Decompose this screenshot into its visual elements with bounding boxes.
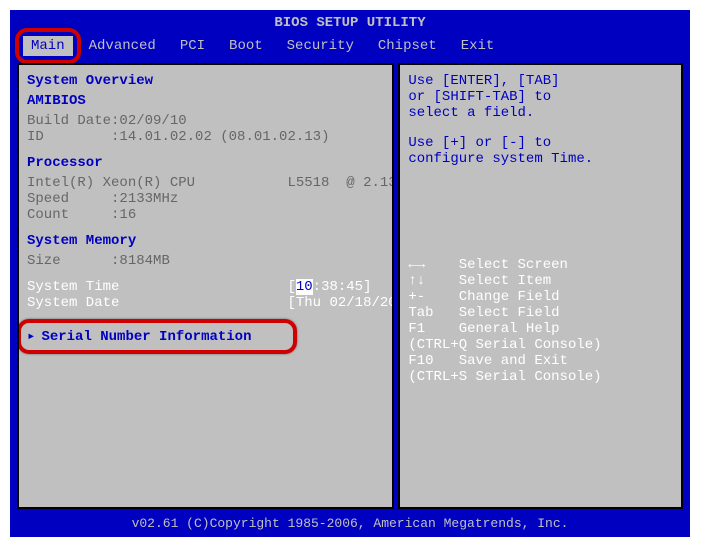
- system-date-row[interactable]: System Date [Thu 02/18/2010]: [27, 295, 384, 311]
- memory-section: System Memory Size :8184MB: [27, 233, 384, 269]
- left-panel: System Overview AMIBIOS Build Date:02/09…: [17, 63, 394, 509]
- menu-tab-security[interactable]: Security: [279, 36, 362, 56]
- id-label: ID: [27, 129, 44, 145]
- menu-tab-exit[interactable]: Exit: [453, 36, 503, 56]
- cpu-name: Intel(R) Xeon(R) CPU: [27, 175, 195, 191]
- key-select-field: Tab Select Field: [408, 305, 673, 321]
- key-save-exit: F10 Save and Exit: [408, 353, 673, 369]
- menu-tab-main[interactable]: Main: [23, 36, 73, 56]
- count-row: Count :16: [27, 207, 384, 223]
- serial-number-info-link[interactable]: ▸ Serial Number Information: [27, 325, 384, 348]
- key-general-help: F1 General Help: [408, 321, 673, 337]
- date-label: System Date: [27, 295, 119, 311]
- count-label: Count: [27, 207, 69, 223]
- id-value: :14.01.02.02 (08.01.02.13): [111, 129, 329, 145]
- help-line5: configure system Time.: [408, 151, 673, 167]
- key-select-screen: ←→ Select Screen: [408, 257, 673, 273]
- speed-label: Speed: [27, 191, 69, 207]
- memory-size-row: Size :8184MB: [27, 253, 384, 269]
- date-value: [Thu 02/18/2010]: [287, 295, 394, 311]
- speed-value: :2133MHz: [111, 191, 178, 207]
- menu-bar: Main Advanced PCI Boot Security Chipset …: [13, 33, 687, 59]
- time-label: System Time: [27, 279, 119, 295]
- system-time-row[interactable]: System Time [10:38:45]: [27, 279, 384, 295]
- serial-number-label: Serial Number Information: [41, 329, 251, 345]
- menu-tab-advanced[interactable]: Advanced: [81, 36, 164, 56]
- title-bar: BIOS SETUP UTILITY: [13, 13, 687, 33]
- time-hours-selected[interactable]: 10: [296, 279, 313, 295]
- key-select-item: ↑↓ Select Item: [408, 273, 673, 289]
- bios-window: BIOS SETUP UTILITY Main Advanced PCI Boo…: [10, 10, 690, 537]
- count-value: :16: [111, 207, 136, 223]
- speed-row: Speed :2133MHz: [27, 191, 384, 207]
- help-line1: Use [ENTER], [TAB]: [408, 73, 673, 89]
- right-panel: Use [ENTER], [TAB] or [SHIFT-TAB] to sel…: [398, 63, 683, 509]
- key-help-block: ←→ Select Screen ↑↓ Select Item +- Chang…: [408, 257, 673, 385]
- help-text-block: Use [ENTER], [TAB] or [SHIFT-TAB] to sel…: [408, 73, 673, 167]
- submenu-arrow-icon: ▸: [27, 329, 35, 345]
- amibios-heading: AMIBIOS: [27, 93, 384, 109]
- size-label: Size: [27, 253, 61, 269]
- processor-heading: Processor: [27, 155, 384, 171]
- build-date-value: :02/09/10: [111, 113, 187, 129]
- build-date-label: Build Date: [27, 113, 111, 129]
- help-line3: select a field.: [408, 105, 673, 121]
- amibios-section: AMIBIOS Build Date:02/09/10 ID :14.01.02…: [27, 93, 384, 145]
- size-value: :8184MB: [111, 253, 170, 269]
- cpu-model: L5518 @ 2.13GHz: [287, 175, 394, 191]
- key-serial-console-q: (CTRL+Q Serial Console): [408, 337, 673, 353]
- key-change-field: +- Change Field: [408, 289, 673, 305]
- menu-tab-chipset[interactable]: Chipset: [370, 36, 445, 56]
- build-date-row: Build Date:02/09/10: [27, 113, 384, 129]
- system-overview-heading: System Overview: [27, 73, 384, 89]
- id-row: ID :14.01.02.02 (08.01.02.13): [27, 129, 384, 145]
- footer-bar: v02.61 (C)Copyright 1985-2006, American …: [13, 513, 687, 534]
- key-serial-console-s: (CTRL+S Serial Console): [408, 369, 673, 385]
- processor-name-row: Intel(R) Xeon(R) CPU L5518 @ 2.13GHz: [27, 175, 384, 191]
- help-line4: Use [+] or [-] to: [408, 135, 673, 151]
- content-area: System Overview AMIBIOS Build Date:02/09…: [13, 59, 687, 513]
- menu-tab-boot[interactable]: Boot: [221, 36, 271, 56]
- help-line2: or [SHIFT-TAB] to: [408, 89, 673, 105]
- memory-heading: System Memory: [27, 233, 384, 249]
- processor-section: Processor Intel(R) Xeon(R) CPU L5518 @ 2…: [27, 155, 384, 223]
- menu-item-main-wrap: Main: [23, 36, 73, 56]
- menu-tab-pci[interactable]: PCI: [172, 36, 213, 56]
